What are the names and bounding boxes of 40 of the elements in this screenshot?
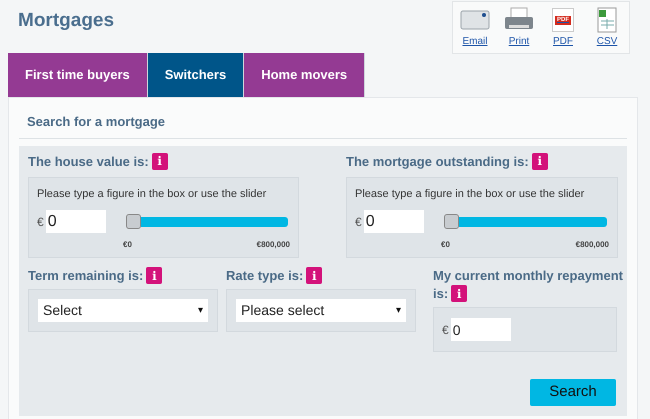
amount-field[interactable]: 0 xyxy=(46,210,106,233)
currency-symbol: € xyxy=(37,214,44,230)
hint-text: Please type a figure in the box or use the slider xyxy=(355,186,584,202)
currency-symbol: € xyxy=(442,322,449,338)
export-link[interactable]: Email xyxy=(459,6,491,49)
info-icon[interactable]: i xyxy=(451,285,468,302)
info-icon[interactable]: i xyxy=(532,152,548,170)
select-field[interactable]: Please select ▾ xyxy=(236,299,406,322)
field-label: The house value is: xyxy=(28,152,149,170)
tab[interactable]: First time buyers xyxy=(8,53,148,97)
tab[interactable]: Home movers xyxy=(244,53,366,97)
tab[interactable]: Switchers xyxy=(148,53,244,97)
slider-thumb[interactable] xyxy=(126,214,141,229)
min-label: €0 xyxy=(441,239,450,251)
hint-text: Please type a figure in the box or use the slider xyxy=(37,186,266,202)
amount-field[interactable]: 0 xyxy=(364,210,424,233)
export-link[interactable]: Print xyxy=(503,6,535,49)
select-field[interactable]: Select ▾ xyxy=(38,299,208,322)
envelope-icon xyxy=(460,9,490,31)
slider-track[interactable] xyxy=(458,216,607,226)
max-label: €800,000 xyxy=(576,239,609,251)
field-label: Rate type is: xyxy=(226,267,304,285)
info-icon[interactable]: i xyxy=(152,152,168,170)
section-title: Search for a mortgage xyxy=(27,113,165,131)
field-label: is: xyxy=(433,285,448,303)
info-icon[interactable]: i xyxy=(146,267,162,284)
slider-thumb[interactable] xyxy=(444,214,459,229)
repayment-field[interactable]: 0 xyxy=(450,318,511,341)
max-label: €800,000 xyxy=(256,239,290,251)
min-label: €0 xyxy=(123,239,132,251)
page-title: Mortgages xyxy=(18,9,114,33)
currency-symbol: € xyxy=(355,214,362,230)
field-label: My current monthly repayment xyxy=(433,267,623,285)
slider-track[interactable] xyxy=(140,216,288,226)
search-button[interactable]: Search xyxy=(530,379,616,406)
spreadsheet-icon xyxy=(596,7,618,33)
info-icon[interactable]: i xyxy=(306,267,322,284)
field-label: The mortgage outstanding is: xyxy=(346,152,529,170)
export-link[interactable]: CSV xyxy=(591,6,623,49)
field-label: Term remaining is: xyxy=(28,267,144,285)
